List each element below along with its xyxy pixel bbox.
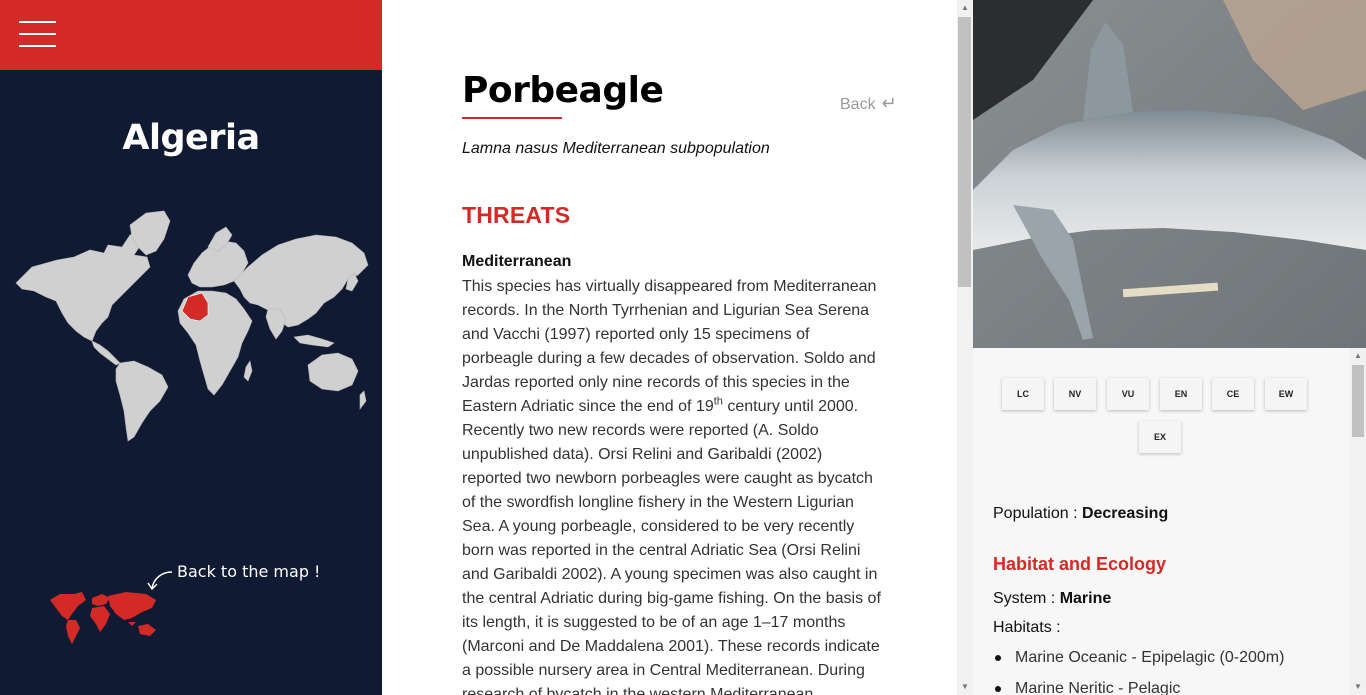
region-heading: Mediterranean: [462, 253, 572, 270]
return-arrow-icon: ↵: [881, 93, 897, 113]
threats-heading: THREATS: [462, 202, 571, 228]
status-area: LC NV VU EN CE EW EX Population : Decrea…: [973, 348, 1350, 695]
curved-arrow-icon: [147, 571, 173, 591]
superscript: th: [713, 395, 723, 408]
species-content-panel: Porbeagle Back ↵ Lamna nasus Mediterranea…: [382, 0, 957, 695]
status-ce-button[interactable]: CE: [1212, 378, 1254, 410]
madagascar-shape: [243, 360, 253, 382]
threats-text-part1: This species has virtually disappeared f…: [462, 278, 877, 415]
south-america-shape: [115, 360, 169, 442]
left-panel: Algeria Back to the map !: [0, 0, 382, 695]
scroll-up-arrow-icon[interactable]: ▲: [957, 0, 973, 16]
list-item: Marine Oceanic - Epipelagic (0-200m): [993, 648, 1343, 679]
population-value: Decreasing: [1081, 505, 1169, 522]
species-photo: [973, 0, 1366, 348]
central-america-shape: [91, 340, 121, 366]
scroll-down-arrow-icon[interactable]: ▼: [1350, 679, 1366, 695]
population-label: Population :: [993, 505, 1082, 522]
population-line: Population : Decreasing: [993, 505, 1168, 523]
details-scrollbar[interactable]: ▲ ▼: [1350, 348, 1366, 695]
scrollbar-thumb[interactable]: [958, 17, 971, 287]
habitat-heading: Habitat and Ecology: [993, 554, 1167, 574]
habitats-label: Habitats :: [993, 619, 1061, 636]
status-ew-button[interactable]: EW: [1265, 378, 1307, 410]
back-to-map-link[interactable]: Back to the map !: [177, 562, 320, 581]
system-line: System : Marine: [993, 590, 1111, 608]
threats-text-part2: century until 2000. Recently two new rec…: [462, 398, 881, 695]
details-panel: LC NV VU EN CE EW EX Population : Decrea…: [973, 0, 1366, 695]
north-america-shape: [15, 230, 151, 342]
status-ex-button[interactable]: EX: [1139, 421, 1181, 453]
scroll-up-arrow-icon[interactable]: ▲: [1350, 348, 1366, 364]
system-value: Marine: [1059, 590, 1112, 607]
scientific-name: Lamna nasus Mediterranean subpopulation: [462, 140, 770, 157]
country-title: Algeria: [122, 118, 260, 158]
india-shape: [265, 308, 287, 340]
back-button[interactable]: Back ↵: [840, 93, 897, 114]
back-label: Back: [840, 96, 876, 113]
threats-paragraph: This species has virtually disappeared f…: [462, 275, 882, 695]
indonesia-shape: [293, 334, 335, 348]
world-map: [15, 210, 369, 442]
australia-shape: [307, 352, 359, 392]
mini-world-map-icon[interactable]: [48, 590, 162, 646]
scroll-down-arrow-icon[interactable]: ▼: [957, 679, 973, 695]
hamburger-menu-icon[interactable]: [19, 21, 56, 47]
status-nv-button[interactable]: NV: [1054, 378, 1096, 410]
habitat-list: Marine Oceanic - Epipelagic (0-200m) Mar…: [993, 648, 1343, 695]
status-en-button[interactable]: EN: [1160, 378, 1202, 410]
scrollbar-thumb[interactable]: [1352, 365, 1364, 437]
status-vu-button[interactable]: VU: [1107, 378, 1149, 410]
list-item: Marine Neritic - Pelagic: [993, 679, 1343, 695]
page-title: Porbeagle: [462, 70, 664, 111]
new-zealand-shape: [359, 390, 367, 410]
status-lc-button[interactable]: LC: [1002, 378, 1044, 410]
menu-bar: [0, 0, 382, 70]
title-underline: [462, 117, 562, 119]
content-scrollbar[interactable]: ▲ ▼: [957, 0, 973, 695]
system-label: System :: [993, 590, 1060, 607]
